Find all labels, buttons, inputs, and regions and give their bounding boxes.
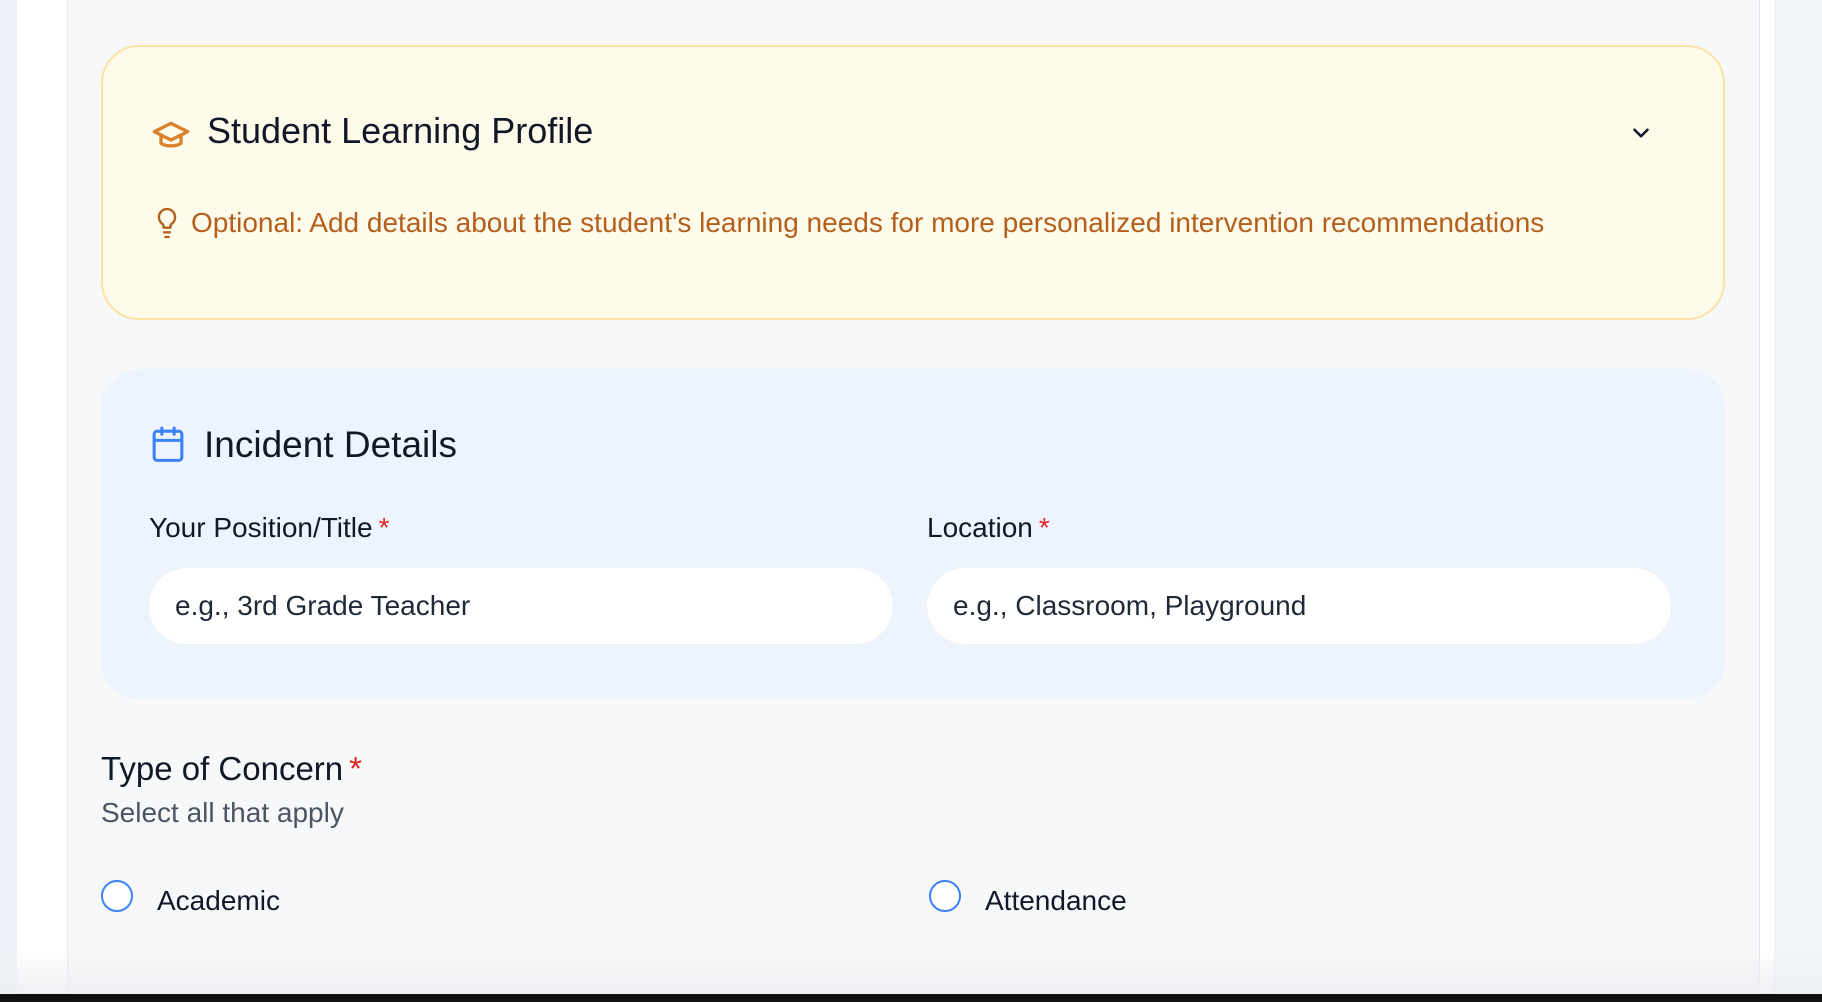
location-label: Location * (927, 511, 1050, 545)
graduation-cap-icon (151, 115, 191, 155)
location-label-text: Location (927, 512, 1033, 543)
page-background-strip (0, 0, 17, 1002)
academic-option-label[interactable]: Academic (157, 884, 280, 918)
required-marker: * (378, 512, 390, 543)
required-marker: * (349, 750, 362, 787)
position-input[interactable] (148, 567, 894, 645)
concern-subtitle: Select all that apply (101, 797, 344, 828)
concern-title-text: Type of Concern (101, 750, 344, 787)
taskbar-edge (0, 994, 1822, 1002)
lightbulb-icon (153, 205, 181, 241)
position-label: Your Position/Title * (149, 511, 390, 545)
academic-checkbox[interactable] (101, 880, 133, 912)
learning-profile-card[interactable]: Student Learning Profile Optional: Add d… (101, 45, 1725, 320)
learning-profile-hint: Optional: Add details about the student'… (191, 207, 1545, 238)
learning-profile-title: Student Learning Profile (207, 110, 594, 151)
position-label-text: Your Position/Title (149, 512, 373, 543)
calendar-icon (149, 425, 187, 465)
required-marker: * (1038, 512, 1050, 543)
incident-details-card: Incident Details Your Position/Title* Lo… (101, 369, 1725, 699)
attendance-checkbox[interactable] (929, 880, 961, 912)
chevron-down-icon[interactable] (1621, 113, 1661, 153)
attendance-option-label[interactable]: Attendance (985, 884, 1127, 918)
location-input[interactable] (926, 567, 1672, 645)
incident-details-title: Incident Details (204, 424, 457, 465)
concern-title: Type of Concern * (101, 748, 362, 790)
